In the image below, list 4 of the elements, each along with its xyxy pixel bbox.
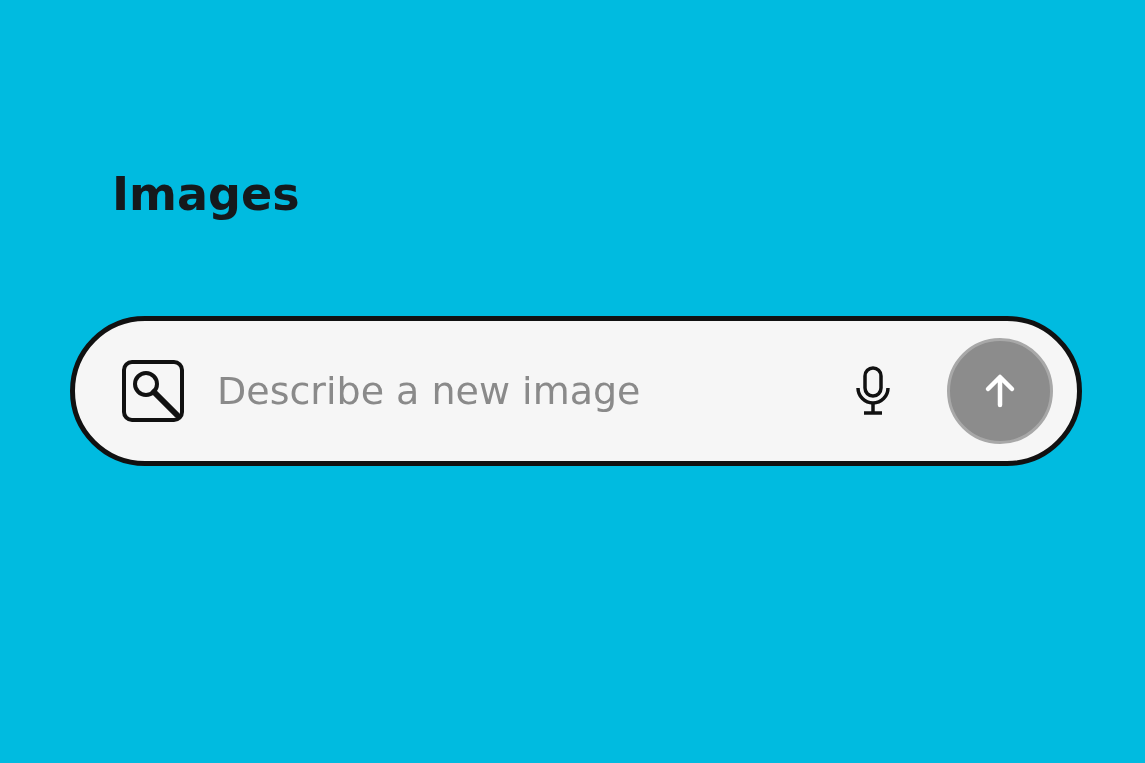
prompt-field[interactable]: Describe a new image (215, 368, 853, 414)
image-search-icon[interactable] (121, 359, 185, 423)
microphone-icon[interactable] (853, 365, 893, 417)
page-title: Images (112, 166, 301, 223)
